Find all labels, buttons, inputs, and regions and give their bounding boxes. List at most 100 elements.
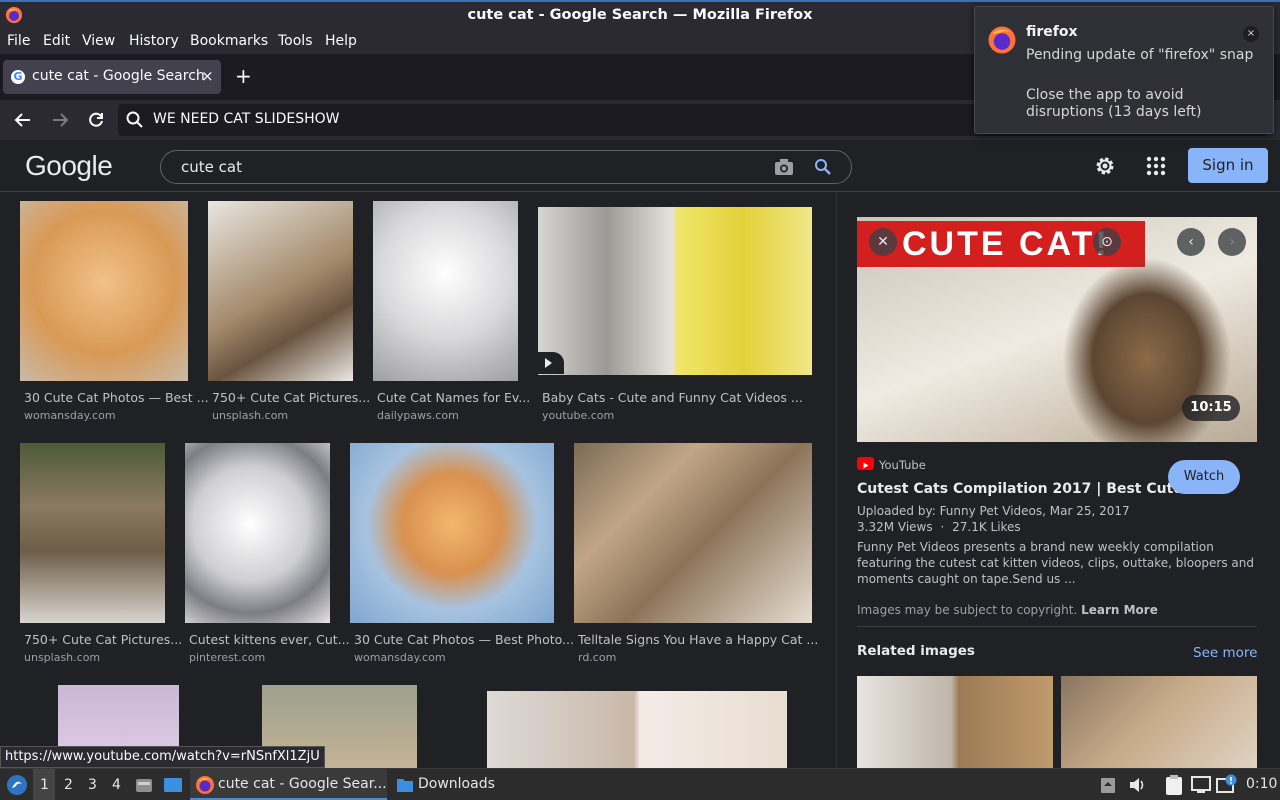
- result-card[interactable]: Cute Cat Names for Ev... dailypaws.com: [373, 201, 530, 422]
- menu-file[interactable]: File: [7, 33, 30, 49]
- gear-icon[interactable]: [1094, 155, 1116, 177]
- back-arrow-icon[interactable]: [14, 111, 32, 129]
- result-source: pinterest.com: [189, 651, 266, 664]
- result-card[interactable]: 750+ Cute Cat Pictures... unsplash.com: [20, 443, 182, 664]
- search-input[interactable]: cute cat: [181, 158, 242, 176]
- file-manager-icon[interactable]: [135, 776, 153, 794]
- result-title[interactable]: Cutest kittens ever, Cut...: [189, 632, 350, 647]
- reload-icon[interactable]: [87, 111, 105, 129]
- firefox-icon: [988, 26, 1016, 54]
- google-header: Google cute cat Sign in: [0, 140, 1280, 192]
- result-image[interactable]: [574, 443, 812, 623]
- share-icon[interactable]: ⊙: [1093, 228, 1121, 256]
- upload-info: Uploaded by: Funny Pet Videos, Mar 25, 2…: [857, 504, 1130, 518]
- result-image[interactable]: [373, 201, 518, 381]
- close-icon[interactable]: ✕: [869, 228, 897, 256]
- see-more-link[interactable]: See more: [1193, 645, 1257, 661]
- result-card[interactable]: Baby Cats - Cute and Funny Cat Videos ..…: [538, 207, 812, 422]
- sign-in-button[interactable]: Sign in: [1188, 148, 1268, 183]
- update-notifier-icon[interactable]: [1216, 774, 1238, 796]
- tab-label: cute cat - Google Search: [32, 68, 205, 84]
- start-menu-icon[interactable]: [6, 774, 28, 796]
- taskbar-downloads-window[interactable]: Downloads: [418, 776, 495, 792]
- video-title-link[interactable]: Cutest Cats Compilation 2017 | Best Cute…: [857, 481, 1204, 497]
- result-card[interactable]: Cutest kittens ever, Cut... pinterest.co…: [185, 443, 350, 664]
- result-image[interactable]: [20, 201, 188, 381]
- workspace-4[interactable]: 4: [112, 777, 121, 793]
- video-duration: 10:15: [1182, 395, 1240, 421]
- menu-tools[interactable]: Tools: [278, 33, 313, 49]
- new-tab-button[interactable]: +: [235, 66, 252, 86]
- watch-button[interactable]: Watch: [1168, 460, 1240, 494]
- volume-icon[interactable]: [1128, 776, 1146, 794]
- search-icon: [126, 111, 143, 128]
- workspace-3[interactable]: 3: [88, 777, 97, 793]
- result-source: dailypaws.com: [377, 409, 459, 422]
- result-title[interactable]: Telltale Signs You Have a Happy Cat ...: [578, 632, 818, 647]
- result-image[interactable]: [538, 207, 812, 375]
- result-image[interactable]: [208, 201, 353, 381]
- video-description: Funny Pet Videos presents a brand new we…: [857, 540, 1254, 586]
- result-title[interactable]: Cute Cat Names for Ev...: [377, 390, 530, 405]
- result-card[interactable]: 30 Cute Cat Photos — Best ... womansday.…: [20, 201, 209, 422]
- update-notification: firefox Pending update of "firefox" snap…: [974, 6, 1274, 134]
- result-title[interactable]: 30 Cute Cat Photos — Best ...: [24, 390, 209, 405]
- folder-icon: [397, 779, 413, 792]
- view-count: 3.32M Views: [857, 520, 933, 534]
- google-search-box[interactable]: cute cat: [160, 150, 852, 184]
- menu-edit[interactable]: Edit: [43, 33, 70, 49]
- taskbar: 1 2 3 4 cute cat - Google Sear... Downlo…: [0, 768, 1280, 800]
- result-card[interactable]: [487, 691, 787, 768]
- forward-arrow-icon[interactable]: [51, 111, 69, 129]
- camera-search-icon[interactable]: [774, 158, 794, 176]
- result-image[interactable]: [350, 443, 554, 623]
- result-card[interactable]: 30 Cute Cat Photos — Best Photo... woman…: [350, 443, 574, 664]
- clock: 0:10: [1246, 776, 1278, 792]
- result-card[interactable]: Telltale Signs You Have a Happy Cat ... …: [574, 443, 818, 664]
- search-submit-icon[interactable]: [814, 158, 832, 176]
- menu-bookmarks[interactable]: Bookmarks: [190, 33, 268, 49]
- related-images-heading: Related images: [857, 643, 975, 659]
- result-source: womansday.com: [24, 409, 116, 422]
- menu-view[interactable]: View: [82, 33, 115, 49]
- clipboard-icon[interactable]: [1164, 774, 1184, 796]
- result-title[interactable]: 750+ Cute Cat Pictures...: [212, 390, 370, 405]
- result-title[interactable]: 750+ Cute Cat Pictures...: [24, 632, 182, 647]
- display-icon[interactable]: [1191, 776, 1211, 794]
- result-image[interactable]: [185, 443, 330, 623]
- related-image[interactable]: [1061, 676, 1257, 768]
- desktop-icon[interactable]: [163, 776, 183, 794]
- video-badge: [538, 352, 564, 374]
- divider: [857, 626, 1257, 627]
- copyright-notice: Images may be subject to copyright. Lear…: [857, 603, 1158, 617]
- result-image[interactable]: [20, 443, 165, 623]
- eject-icon[interactable]: [1100, 775, 1116, 795]
- apps-grid-icon[interactable]: [1146, 156, 1166, 176]
- video-stats: 3.32M Views · 27.1K Likes: [857, 520, 1021, 534]
- tab-google-search[interactable]: G cute cat - Google Search ×: [3, 60, 221, 94]
- image-results-grid: 30 Cute Cat Photos — Best ... womansday.…: [0, 192, 836, 768]
- menu-history[interactable]: History: [129, 33, 179, 49]
- chevron-right-icon[interactable]: ›: [1218, 228, 1246, 256]
- workspace-1[interactable]: 1: [40, 777, 49, 793]
- chevron-left-icon[interactable]: ‹: [1177, 228, 1205, 256]
- google-logo[interactable]: Google: [25, 150, 113, 182]
- notification-close-icon[interactable]: ×: [1243, 26, 1259, 42]
- result-title[interactable]: 30 Cute Cat Photos — Best Photo...: [354, 632, 574, 647]
- more-options-icon[interactable]: ⋮: [1135, 228, 1163, 256]
- taskbar-window-label[interactable]: cute cat - Google Sear...: [218, 776, 387, 792]
- notification-message: Pending update of "firefox" snap: [1026, 47, 1254, 63]
- menu-help[interactable]: Help: [325, 33, 357, 49]
- google-favicon-icon: G: [11, 70, 25, 84]
- tab-close-icon[interactable]: ×: [201, 67, 214, 85]
- url-input[interactable]: WE NEED CAT SLIDESHOW: [153, 111, 340, 127]
- source-site: YouTube: [879, 458, 926, 472]
- result-source: rd.com: [578, 651, 617, 664]
- workspace-2[interactable]: 2: [64, 777, 73, 793]
- result-image[interactable]: [487, 691, 787, 768]
- learn-more-link[interactable]: Learn More: [1081, 603, 1158, 617]
- video-thumbnail[interactable]: CUTE CAT! ✕ ⊙ ⋮ ‹ › 10:15: [857, 217, 1257, 442]
- result-title[interactable]: Baby Cats - Cute and Funny Cat Videos ..…: [542, 390, 803, 405]
- result-card[interactable]: 750+ Cute Cat Pictures... unsplash.com: [208, 201, 370, 422]
- related-image[interactable]: [857, 676, 1053, 768]
